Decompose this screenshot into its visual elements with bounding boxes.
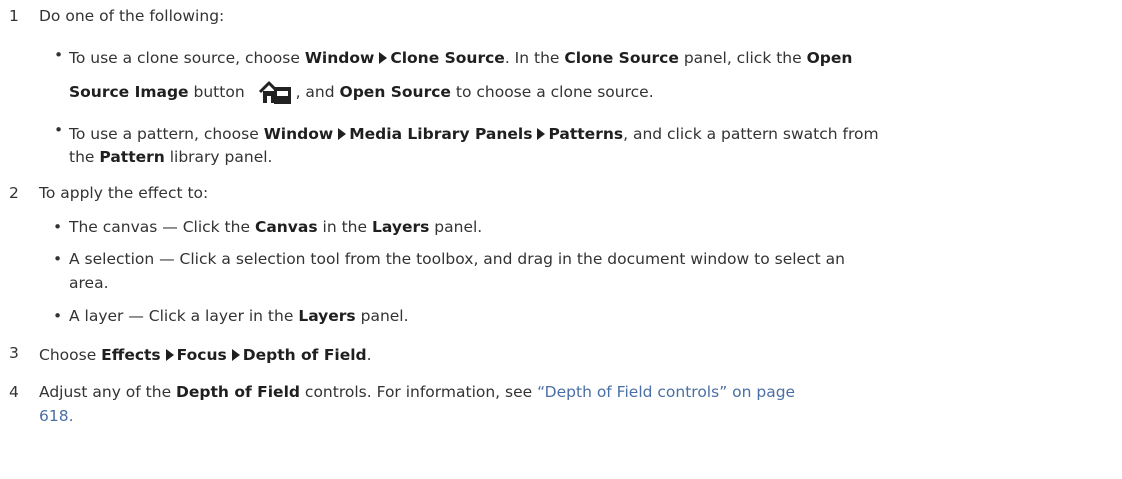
bullet-text-canvas: The canvas — Click the Canvas in the Lay… (69, 218, 483, 236)
ui-term: Depth of Field (176, 383, 300, 401)
menu-clone-source: Clone Source (390, 49, 505, 67)
triangle-right-icon (537, 128, 546, 140)
step-number: 1 (9, 7, 19, 25)
menu-depth-of-field: Depth of Field (242, 346, 367, 364)
menu-patterns: Patterns (548, 125, 624, 143)
triangle-right-icon (338, 128, 347, 140)
menu-effects: Effects (101, 346, 161, 364)
house-folder-icon (258, 80, 292, 110)
triangle-right-icon (379, 52, 388, 64)
bullet-text-clone-source: To use a clone source, choose Window Clon… (69, 49, 853, 67)
step-text: Choose Effects Focus Depth of Field. (39, 346, 372, 364)
ui-term: Layers (298, 307, 356, 325)
bullet: • (54, 121, 64, 139)
step-text: To apply the effect to: (39, 184, 209, 202)
triangle-right-icon (165, 349, 174, 361)
button-name: Open (806, 49, 853, 67)
panel-name: Clone Source (564, 49, 679, 67)
bullet: • (54, 46, 64, 64)
step-text: Adjust any of the Depth of Field control… (39, 383, 796, 401)
bullet-text-continued: Source Image button , and Open Source to… (69, 80, 654, 110)
bullet-text-continued: area. (69, 274, 109, 292)
button-name: Open Source (339, 83, 451, 101)
bullet-text-continued: the Pattern library panel. (69, 148, 273, 166)
menu-window: Window (304, 49, 375, 67)
step-number: 2 (9, 184, 19, 202)
step-number: 4 (9, 383, 19, 401)
ui-term: Layers (371, 218, 430, 236)
bullet: • (53, 250, 63, 268)
ui-term: Canvas (254, 218, 318, 236)
bullet-text-selection: A selection — Click a selection tool fro… (69, 250, 845, 268)
bullet-text-layer: A layer — Click a layer in the Layers pa… (69, 307, 409, 325)
menu-media-library-panels: Media Library Panels (349, 125, 533, 143)
panel-name: Pattern (99, 148, 165, 166)
menu-window: Window (263, 125, 334, 143)
bullet: • (53, 307, 63, 325)
step-number: 3 (9, 344, 19, 362)
button-name: Source Image (69, 83, 189, 101)
cross-reference-link-page[interactable]: 618. (39, 407, 74, 425)
bullet: • (53, 218, 63, 236)
document-page: 1 Do one of the following: • To use a cl… (0, 0, 1122, 479)
bullet-text-pattern: To use a pattern, choose Window Media Lib… (69, 125, 879, 143)
triangle-right-icon (231, 349, 240, 361)
step-text: Do one of the following: (39, 7, 225, 25)
cross-reference-link[interactable]: “Depth of Field controls” on page (537, 383, 795, 401)
menu-focus: Focus (176, 346, 227, 364)
